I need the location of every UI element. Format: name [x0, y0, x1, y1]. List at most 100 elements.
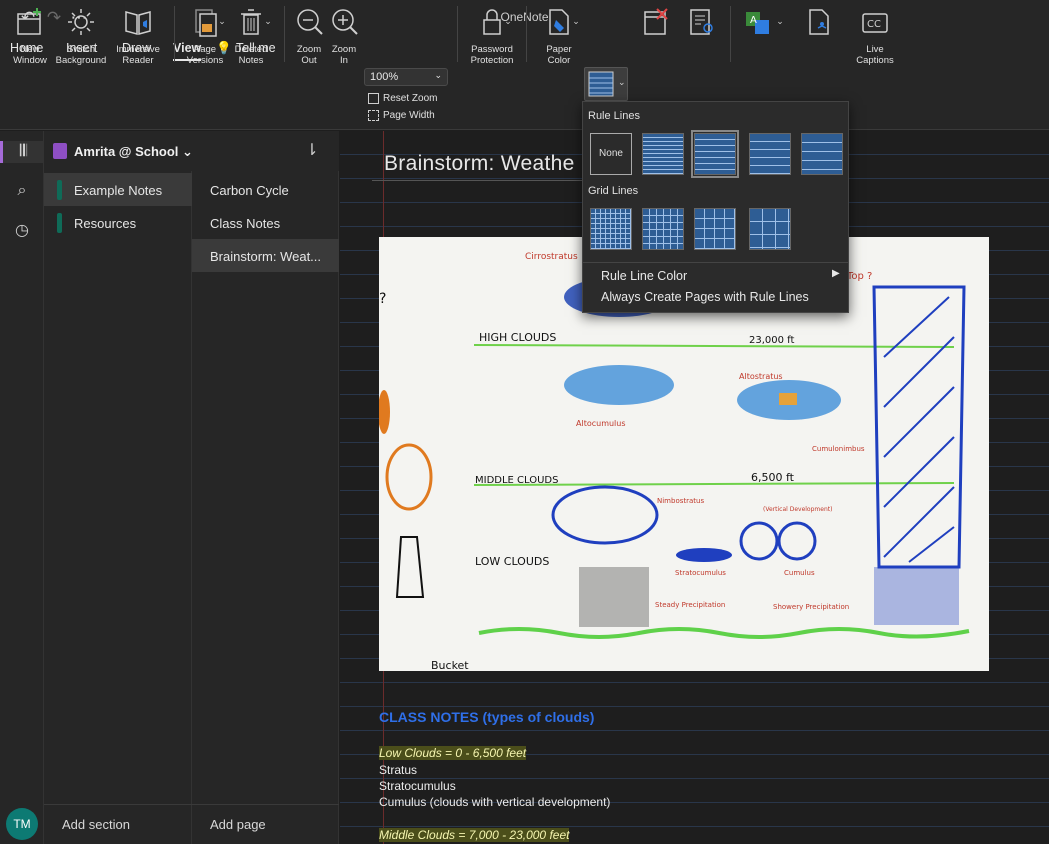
section-color-tab	[57, 180, 62, 200]
label-top: Top ?	[846, 271, 872, 282]
page-label: Class Notes	[210, 216, 281, 231]
rule-standard-option[interactable]	[749, 133, 791, 175]
page-carbon-cycle[interactable]: Carbon Cycle	[192, 173, 339, 206]
rule-lines-button[interactable]: ⌄	[584, 67, 628, 101]
grid-large-option[interactable]	[694, 208, 736, 250]
zoom-out-icon	[297, 9, 323, 35]
page-versions-dropdown[interactable]: ⌄	[216, 16, 228, 78]
paper-color-dropdown[interactable]: ⌄	[570, 16, 582, 78]
rule-lines-icon	[588, 71, 614, 97]
always-create-rule-lines-item[interactable]: Always Create Pages with Rule Lines	[601, 290, 809, 304]
rule-line-color-item[interactable]: Rule Line Color	[601, 269, 687, 283]
label-altostratus: Altostratus	[739, 372, 783, 381]
chevron-down-icon: ⌄	[618, 77, 626, 87]
page-label: Brainstorm: Weat...	[210, 249, 322, 264]
sun-icon	[68, 9, 94, 35]
label-nimbostratus: Nimbostratus	[657, 497, 704, 505]
live-captions-button[interactable]: CC Live Captions	[852, 4, 898, 66]
label-steady-precipitation: Steady Precipitation	[655, 601, 725, 609]
ribbon-separator	[526, 6, 527, 62]
search-icon[interactable]: ⌕	[11, 180, 33, 202]
notebooks-icon[interactable]: 𝄃𝄃	[0, 141, 44, 163]
rule-lines-menu: Rule Lines None Grid Lines Rule Line Col…	[582, 101, 849, 313]
new-window-label: New Window	[13, 44, 47, 66]
ribbon-separator	[284, 6, 285, 62]
immersive-reader-icon	[125, 11, 151, 35]
page-title[interactable]: Brainstorm: Weathe	[384, 152, 575, 176]
label-cirrostratus: Cirrostratus	[525, 252, 578, 262]
page-class-notes[interactable]: Class Notes	[192, 206, 339, 239]
label-showery-precipitation: Showery Precipitation	[773, 603, 849, 611]
translate-dropdown[interactable]: ⌄	[774, 16, 786, 78]
zoom-out-button[interactable]: Zoom Out	[292, 4, 326, 66]
add-page-button[interactable]: Add page	[210, 817, 266, 832]
immersive-reader-label: Immersive Reader	[116, 44, 160, 66]
accessibility-icon	[809, 9, 829, 35]
rule-none-option[interactable]: None	[590, 133, 632, 175]
label-bucket: Bucket	[431, 659, 469, 671]
label-stratocumulus: Stratocumulus	[675, 569, 726, 577]
zoom-in-label: Zoom In	[331, 44, 357, 66]
note-cumulus[interactable]: Cumulus (clouds with vertical developmen…	[379, 795, 610, 809]
translate-button[interactable]: A	[740, 4, 776, 66]
password-protection-dropdown[interactable]: ⌄	[502, 16, 514, 78]
grid-small-option[interactable]	[590, 208, 632, 250]
new-window-icon	[17, 8, 41, 35]
ribbon	[0, 62, 1049, 130]
note-low-clouds[interactable]: Low Clouds = 0 - 6,500 feet	[379, 746, 527, 760]
live-captions-label: Live Captions	[856, 44, 894, 66]
svg-text:CC: CC	[867, 19, 881, 30]
notes-heading[interactable]: CLASS NOTES (types of clouds)	[379, 709, 594, 725]
switch-background-button[interactable]: Switch Background	[52, 4, 110, 66]
page-brainstorm[interactable]: Brainstorm: Weat...	[192, 239, 339, 272]
reset-zoom-icon	[368, 92, 379, 104]
rule-college-option[interactable]	[691, 130, 739, 178]
page-label: Carbon Cycle	[210, 183, 289, 198]
label-6500-ft: 6,500 ft	[751, 471, 795, 484]
ribbon-separator	[730, 6, 731, 62]
none-label: None	[599, 148, 623, 159]
reset-zoom-button[interactable]: Reset Zoom	[368, 90, 437, 106]
section-example-notes[interactable]: Example Notes	[44, 173, 192, 206]
recent-clock-icon[interactable]: ◷	[11, 220, 33, 242]
immersive-reader-button[interactable]: Immersive Reader	[112, 4, 164, 66]
captions-icon: CC	[862, 13, 888, 33]
grid-xlarge-option[interactable]	[749, 208, 791, 250]
menu-divider	[583, 262, 848, 263]
note-middle-clouds[interactable]: Middle Clouds = 7,000 - 23,000 feet	[379, 828, 570, 842]
section-resources[interactable]: Resources	[44, 206, 192, 239]
label-question: ?	[379, 291, 386, 307]
reset-zoom-label: Reset Zoom	[383, 92, 438, 104]
note-stratus[interactable]: Stratus	[379, 763, 417, 777]
notebook-header[interactable]: Amrita @ School ⌄ ⇂	[44, 131, 339, 171]
divider	[44, 804, 339, 805]
notebook-icon	[53, 143, 67, 159]
page-width-icon	[368, 109, 379, 121]
add-section-button[interactable]: Add section	[62, 817, 130, 832]
ribbon-separator	[174, 6, 175, 62]
page-search-icon	[690, 9, 713, 35]
rule-wide-option[interactable]	[801, 133, 843, 175]
avatar[interactable]: TM	[6, 808, 38, 840]
page-width-button[interactable]: Page Width	[368, 107, 435, 123]
grid-medium-option[interactable]	[642, 208, 684, 250]
grid-lines-header: Grid Lines	[588, 185, 639, 197]
deleted-notes-dropdown[interactable]: ⌄	[262, 16, 274, 78]
accessibility-button[interactable]	[802, 4, 836, 66]
page-search-button[interactable]	[686, 4, 718, 66]
hide-page-title-button[interactable]	[640, 4, 672, 66]
zoom-level-select[interactable]: 100% ⌄	[364, 68, 448, 86]
note-stratocumulus[interactable]: Stratocumulus	[379, 779, 456, 793]
section-color-tab	[57, 213, 62, 233]
new-window-button[interactable]: New Window	[8, 4, 52, 66]
title-underline	[372, 180, 592, 181]
zoom-level-value: 100%	[370, 71, 399, 83]
hide-title-icon	[644, 8, 668, 35]
label-cumulonimbus: Cumulonimbus	[812, 445, 865, 453]
label-middle-clouds: MIDDLE CLOUDS	[475, 475, 558, 486]
rule-narrow-option[interactable]	[642, 133, 684, 175]
section-label: Resources	[74, 216, 137, 231]
sort-icon[interactable]: ⇂	[302, 141, 322, 161]
section-label: Example Notes	[74, 183, 163, 198]
zoom-in-button[interactable]: Zoom In	[327, 4, 361, 66]
